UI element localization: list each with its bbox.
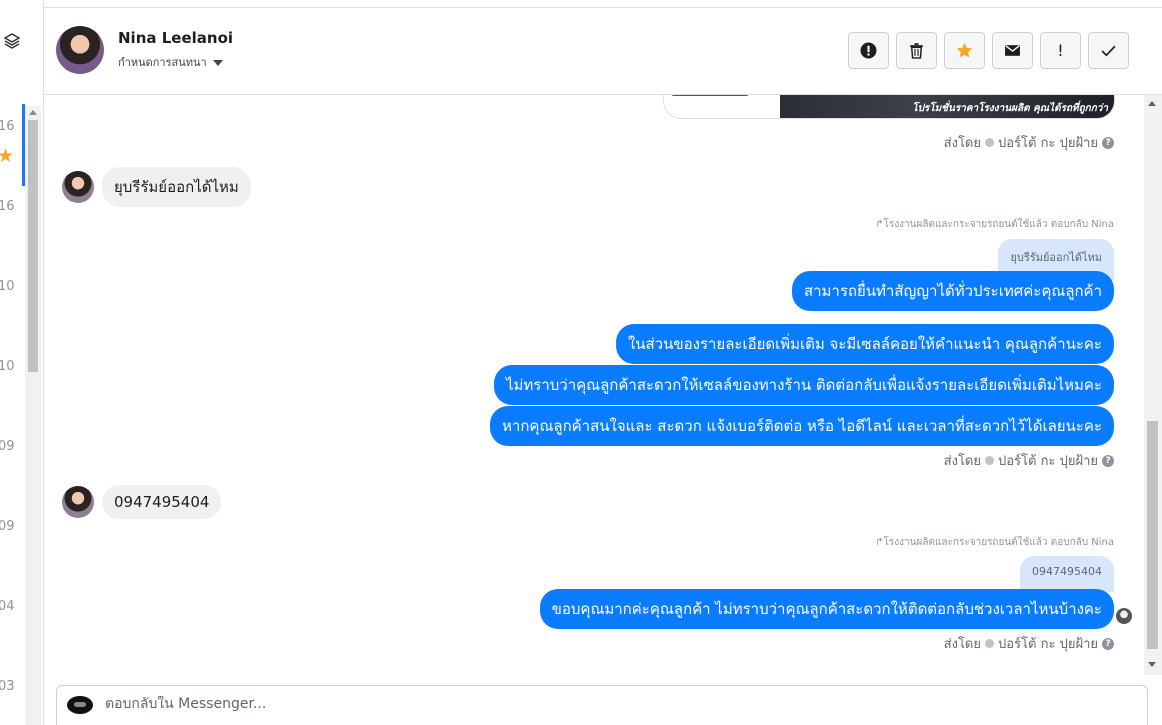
header-actions: !	[848, 32, 1129, 69]
reply-arrow-icon: ↱	[875, 219, 884, 230]
sender-name: ปอร์โต้ กะ ปุยฝ้าย	[998, 454, 1098, 469]
ad-preview-card[interactable]: โปรโมชั่นราคาโรงงานผลิต คุณได้รถที่ถูกกว…	[663, 95, 1115, 119]
conversation-time[interactable]: 03	[0, 679, 15, 694]
contact-avatar[interactable]	[62, 486, 94, 518]
reply-composer	[56, 685, 1148, 725]
help-icon[interactable]: ?	[1102, 454, 1114, 467]
sent-by-label: ส่งโดย	[943, 637, 981, 652]
sent-by-info: ส่งโดย ปอร์โต้ กะ ปุยฝ้าย ?	[944, 450, 1114, 471]
follow-up-button[interactable]: !	[1040, 32, 1081, 69]
sent-by-info: ส่งโดย ปอร์โต้ กะ ปุยฝ้าย ?	[944, 132, 1114, 153]
conversation-time[interactable]: 04	[0, 599, 15, 614]
caret-down-icon	[212, 60, 223, 66]
layers-icon[interactable]	[3, 32, 21, 50]
conversation-time[interactable]: 10	[0, 359, 15, 374]
quoted-message[interactable]: 0947495404	[1020, 556, 1114, 592]
ad-image: โปรโมชั่นราคาโรงงานผลิต คุณได้รถที่ถูกกว…	[780, 95, 1114, 118]
outgoing-bubble[interactable]: ในส่วนของรายละเอียดเพิ่มเติม จะมีเซลล์คอ…	[615, 324, 1114, 364]
sender-avatar-icon	[985, 456, 994, 465]
car-image	[670, 95, 750, 96]
star-icon	[956, 42, 973, 58]
reply-context-label: ↱โรงงานผลิตและกระจายรถยนต์ใช้แล้ว ตอบกลั…	[875, 217, 1114, 232]
mark-done-button[interactable]	[1088, 32, 1129, 69]
conversation-header: Nina Leelanoi กำหนดการสนทนา !	[44, 7, 1162, 95]
scroll-up-icon[interactable]	[1148, 101, 1156, 106]
incoming-message: ยุบรีรัมย์ออกได้ไหม	[62, 167, 251, 207]
sent-by-label: ส่งโดย	[943, 136, 981, 151]
outgoing-bubble[interactable]: ไม่ทราบว่าคุณลูกค้าสะดวกให้เซลล์ของทางร้…	[493, 365, 1114, 405]
mail-icon	[1005, 45, 1020, 56]
conversation-time[interactable]: 16	[0, 199, 15, 214]
outgoing-bubble[interactable]: หากคุณลูกค้าสนใจและ สะดวก แจ้งเบอร์ติดต่…	[490, 406, 1114, 446]
scrollbar-thumb[interactable]	[1147, 421, 1158, 649]
contact-avatar[interactable]	[56, 26, 104, 74]
check-icon	[1101, 45, 1116, 57]
ad-caption: โปรโมชั่นราคาโรงงานผลิต คุณได้รถที่ถูกกว…	[912, 103, 1108, 114]
sender-avatar-icon	[985, 639, 994, 648]
message-scrollbar[interactable]	[1144, 95, 1162, 675]
mark-spam-button[interactable]	[848, 32, 889, 69]
help-icon[interactable]: ?	[1102, 637, 1114, 650]
help-icon[interactable]: ?	[1102, 136, 1114, 149]
seen-avatar	[1116, 608, 1132, 624]
scroll-up-icon[interactable]	[29, 110, 37, 115]
conversation-list: 16 ★ 16 10 10 09 09 04 03	[0, 0, 44, 725]
reply-context-text: โรงงานผลิตและกระจายรถยนต์ใช้แล้ว ตอบกลับ…	[883, 219, 1114, 230]
star-icon: ★	[0, 145, 14, 167]
exclamation-icon: !	[1057, 41, 1064, 60]
incoming-bubble[interactable]: ยุบรีรัมย์ออกได้ไหม	[102, 167, 251, 207]
mark-unread-button[interactable]	[992, 32, 1033, 69]
assign-label: กำหนดการสนทนา	[118, 56, 207, 69]
incoming-bubble[interactable]: 0947495404	[102, 485, 222, 519]
outgoing-bubble[interactable]: ขอบคุณมากค่ะคุณลูกค้า ไม่ทราบว่าคุณลูกค้…	[539, 589, 1114, 629]
conversation-time[interactable]: 09	[0, 439, 15, 454]
incoming-message: 0947495404	[62, 485, 222, 519]
scrollbar-thumb[interactable]	[28, 120, 38, 372]
delete-button[interactable]	[896, 32, 937, 69]
outgoing-bubble[interactable]: สามารถยื่นทำสัญญาได้ทั่วประเทศค่ะคุณลูกค…	[791, 271, 1114, 311]
reply-arrow-icon: ↱	[875, 537, 884, 548]
conversation-time[interactable]: 10	[0, 279, 15, 294]
page-logo-icon	[67, 696, 93, 714]
conversation-list-scrollbar[interactable]	[25, 106, 41, 725]
sender-name: ปอร์โต้ กะ ปุยฝ้าย	[998, 637, 1098, 652]
sent-by-info: ส่งโดย ปอร์โต้ กะ ปุยฝ้าย ?	[944, 633, 1114, 654]
conversation-time[interactable]: 16	[0, 119, 15, 134]
scroll-down-icon[interactable]	[1148, 662, 1156, 667]
sender-avatar-icon	[985, 138, 994, 147]
trash-icon	[910, 43, 923, 59]
contact-avatar[interactable]	[62, 171, 94, 203]
alert-icon	[860, 42, 877, 59]
sent-by-label: ส่งโดย	[943, 454, 981, 469]
reply-context-label: ↱โรงงานผลิตและกระจายรถยนต์ใช้แล้ว ตอบกลั…	[875, 535, 1114, 550]
conversation-time[interactable]: 09	[0, 519, 15, 534]
star-button[interactable]	[944, 32, 985, 69]
reply-context-text: โรงงานผลิตและกระจายรถยนต์ใช้แล้ว ตอบกลับ…	[883, 537, 1114, 548]
assign-conversation-dropdown[interactable]: กำหนดการสนทนา	[118, 53, 223, 71]
contact-name[interactable]: Nina Leelanoi	[118, 29, 233, 47]
reply-input[interactable]	[105, 696, 1005, 712]
sender-name: ปอร์โต้ กะ ปุยฝ้าย	[998, 136, 1098, 151]
message-thread: โปรโมชั่นราคาโรงงานผลิต คุณได้รถที่ถูกกว…	[44, 95, 1144, 675]
messenger-inbox: 16 ★ 16 10 10 09 09 04 03 Nina Leelanoi …	[0, 0, 1162, 725]
